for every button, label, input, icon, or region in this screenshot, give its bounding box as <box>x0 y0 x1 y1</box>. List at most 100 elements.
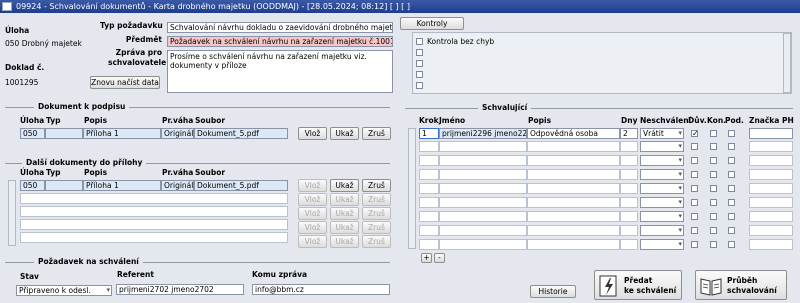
komu-label: Komu zpráva <box>252 270 308 279</box>
col-uloha: Úloha <box>20 116 45 125</box>
appr-krok-cell[interactable]: 1 <box>419 128 439 139</box>
kontrola-checkbox-3[interactable] <box>416 60 423 67</box>
appr-duv-checkbox[interactable]: ✓ <box>691 130 699 138</box>
sign-ukaz-button[interactable]: Ukaž <box>330 127 359 140</box>
appr-col-neschvaleni: Neschválení <box>640 116 692 125</box>
att-zrus-button-3[interactable]: Zruš <box>362 207 391 220</box>
remove-approver-button[interactable]: - <box>434 253 445 263</box>
approvers-empty-rows <box>419 141 794 251</box>
lightning-doc-icon <box>599 275 617 297</box>
appr-col-pod: Pod. <box>725 116 744 125</box>
uloha-label: Úloha <box>5 26 30 35</box>
appr-neschvaleni-select[interactable]: Vrátit <box>640 128 684 139</box>
sign-zrus-button[interactable]: Zruš <box>362 127 391 140</box>
att-zrus-button-4[interactable]: Zruš <box>362 221 391 234</box>
att-prvaha-cell[interactable]: Originál <box>161 180 194 191</box>
zprava-textarea[interactable]: Prosíme o schválení návrhu na zařazení m… <box>167 50 393 93</box>
att-vloz-button-3[interactable]: Vlož <box>298 207 327 220</box>
att-uloha-cell[interactable]: 050 <box>20 180 45 191</box>
att-ukaz-button-4[interactable]: Ukaž <box>330 221 359 234</box>
appr-col-znacka: Značka PH <box>749 116 794 125</box>
kontroly-scrollbar[interactable] <box>783 33 791 93</box>
appr-pod-checkbox[interactable] <box>728 130 735 137</box>
appr-col-popis: Popis <box>528 116 552 125</box>
att-zrus-button[interactable]: Zruš <box>362 179 391 192</box>
app-icon <box>2 2 12 11</box>
att-zrus-button-2[interactable]: Zruš <box>362 193 391 206</box>
reload-data-button[interactable]: Znovu načíst data <box>90 76 160 89</box>
appr-col-jmeno: Jméno <box>439 116 466 125</box>
table-row[interactable] <box>20 232 288 243</box>
appr-col-dny: Dny <box>621 116 638 125</box>
sign-typ-cell[interactable] <box>45 128 83 139</box>
appr-col-krok: Krok <box>419 116 439 125</box>
doc-to-sign-title: Dokument k podpisu <box>34 102 130 112</box>
sign-prvaha-cell[interactable]: Originál <box>161 128 194 139</box>
att-typ-cell[interactable] <box>45 180 83 191</box>
kontrola-checkbox-4[interactable] <box>416 71 423 78</box>
att-col-soubor: Soubor <box>195 168 226 177</box>
kontroly-list: Kontrola bez chyb <box>412 32 792 94</box>
kontrola-text-1: Kontrola bez chyb <box>427 37 495 46</box>
att-zrus-button-5[interactable]: Zruš <box>362 235 391 248</box>
sign-soubor-cell[interactable]: Dokument_5.pdf <box>194 128 288 139</box>
prubeh-schvalovani-button[interactable]: Průběh schvalování <box>695 270 787 300</box>
sign-popis-cell[interactable]: Příloha 1 <box>83 128 161 139</box>
att-vloz-button-4[interactable]: Vlož <box>298 221 327 234</box>
uloha-value: 050 Drobný majetek <box>5 39 82 48</box>
appr-znacka-cell[interactable] <box>749 128 793 139</box>
att-empty-rows <box>20 193 288 249</box>
book-icon <box>700 278 722 296</box>
window-titlebar: 09924 - Schvalování dokumentů - Karta dr… <box>0 0 800 13</box>
att-col-typ: Typ <box>46 168 61 177</box>
att-scrollbar[interactable] <box>8 180 16 246</box>
col-soubor: Soubor <box>195 116 226 125</box>
att-ukaz-button[interactable]: Ukaž <box>330 179 359 192</box>
approvers-divider <box>405 108 793 109</box>
prubeh-label: Průběh schvalování <box>727 276 777 295</box>
att-ukaz-button-2[interactable]: Ukaž <box>330 193 359 206</box>
att-popis-cell[interactable]: Příloha 1 <box>83 180 161 191</box>
sign-uloha-cell[interactable]: 050 <box>20 128 45 139</box>
att-vloz-button-5[interactable]: Vlož <box>298 235 327 248</box>
typ-field[interactable]: Schvalování návrhu dokladu o zaevidování… <box>167 22 393 33</box>
window-title: 09924 - Schvalování dokumentů - Karta dr… <box>16 2 410 11</box>
kontrola-checkbox-2[interactable] <box>416 49 423 56</box>
historie-button[interactable]: Historie <box>530 285 576 298</box>
stav-select[interactable]: Připraveno k odesl. <box>16 285 112 296</box>
table-row[interactable] <box>20 206 288 217</box>
kontrola-checkbox-1[interactable] <box>416 38 423 45</box>
typ-label: Typ požadavku <box>100 21 163 30</box>
appr-kon-checkbox[interactable] <box>710 130 717 137</box>
sign-vloz-button[interactable]: Vlož <box>298 127 327 140</box>
att-soubor-cell[interactable]: Dokument_5.pdf <box>194 180 288 191</box>
appr-dny-cell[interactable]: 2 <box>620 128 638 139</box>
att-ukaz-button-5[interactable]: Ukaž <box>330 235 359 248</box>
doklad-value: 1001295 <box>5 78 39 87</box>
komu-field[interactable]: info@bbm.cz <box>252 284 390 295</box>
table-row[interactable] <box>20 219 288 230</box>
doklad-label: Doklad č. <box>5 63 45 72</box>
zprava-label: Zpráva pro schvalovatele <box>108 48 167 67</box>
predmet-label: Předmět <box>125 35 162 44</box>
att-col-uloha: Úloha <box>20 168 45 177</box>
request-title: Požadavek na schválení <box>34 257 143 267</box>
add-approver-button[interactable]: + <box>421 253 432 263</box>
att-vloz-button-2[interactable]: Vlož <box>298 193 327 206</box>
att-vloz-button[interactable]: Vlož <box>298 179 327 192</box>
appr-col-kon: Kon. <box>707 116 727 125</box>
approvers-scrollbar[interactable] <box>408 128 416 249</box>
predmet-field[interactable]: Požadavek na schválení návrhu na zařazen… <box>167 36 393 47</box>
kontroly-button[interactable]: Kontroly <box>400 17 464 30</box>
table-row[interactable] <box>20 193 288 204</box>
referent-field[interactable]: prijmeni2702 jmeno2702 <box>116 284 244 295</box>
att-disabled-buttons: Vlož Ukaž Zruš Vlož Ukaž Zruš Vlož Ukaž … <box>298 193 393 249</box>
att-col-popis: Popis <box>84 168 108 177</box>
predat-ke-schvaleni-button[interactable]: Předat ke schválení <box>594 270 682 300</box>
kontrola-checkbox-5[interactable] <box>416 82 423 89</box>
appr-col-duv: Dův. <box>688 116 707 125</box>
att-ukaz-button-3[interactable]: Ukaž <box>330 207 359 220</box>
appr-popis-cell[interactable]: Odpovědná osoba <box>527 128 620 139</box>
attachments-title: Další dokumenty do přílohy <box>22 158 147 168</box>
appr-jmeno-cell[interactable]: prijmeni2296 jmeno2296 6145689 <box>439 128 527 139</box>
